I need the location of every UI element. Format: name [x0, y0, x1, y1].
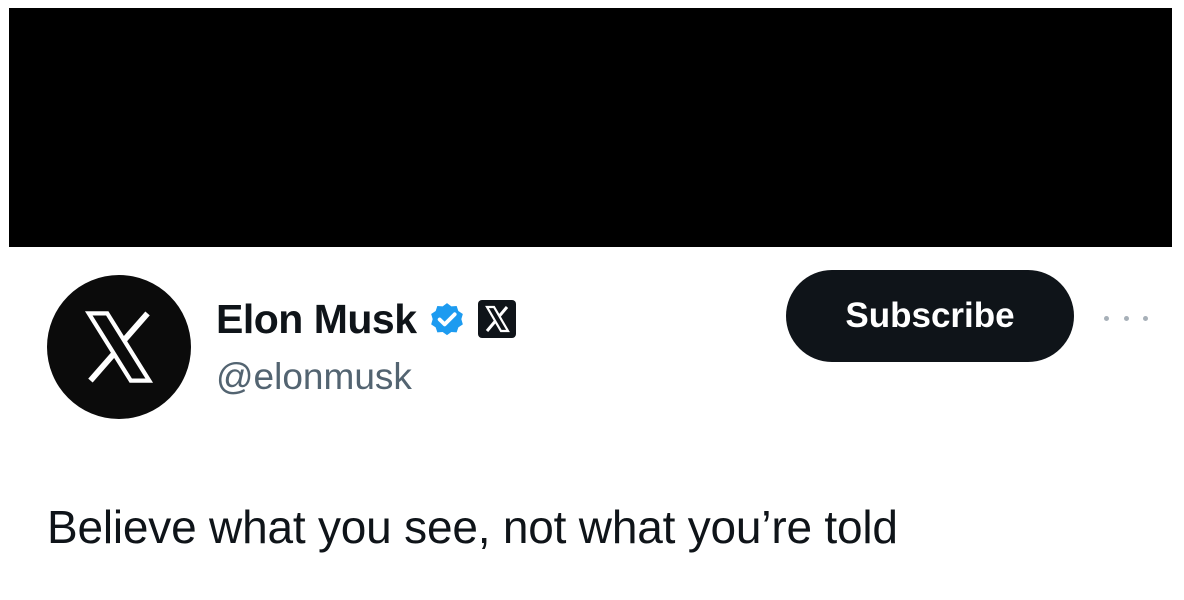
x-affiliate-badge-icon[interactable]: [477, 299, 517, 339]
verified-badge-icon: [427, 299, 467, 339]
handle[interactable]: @elonmusk: [216, 356, 412, 398]
redacted-area: [9, 8, 1172, 247]
more-dot: [1143, 315, 1148, 321]
more-dot: [1123, 315, 1129, 321]
name-row: Elon Musk: [216, 290, 517, 348]
more-dot: [1104, 315, 1109, 321]
subscribe-button[interactable]: Subscribe: [786, 270, 1074, 362]
avatar[interactable]: [47, 275, 191, 419]
x-logo-icon: [77, 305, 161, 389]
post-text: Believe what you see, not what you’re to…: [47, 501, 898, 553]
display-name[interactable]: Elon Musk: [216, 296, 417, 343]
more-horizontal-icon[interactable]: [1104, 312, 1148, 324]
